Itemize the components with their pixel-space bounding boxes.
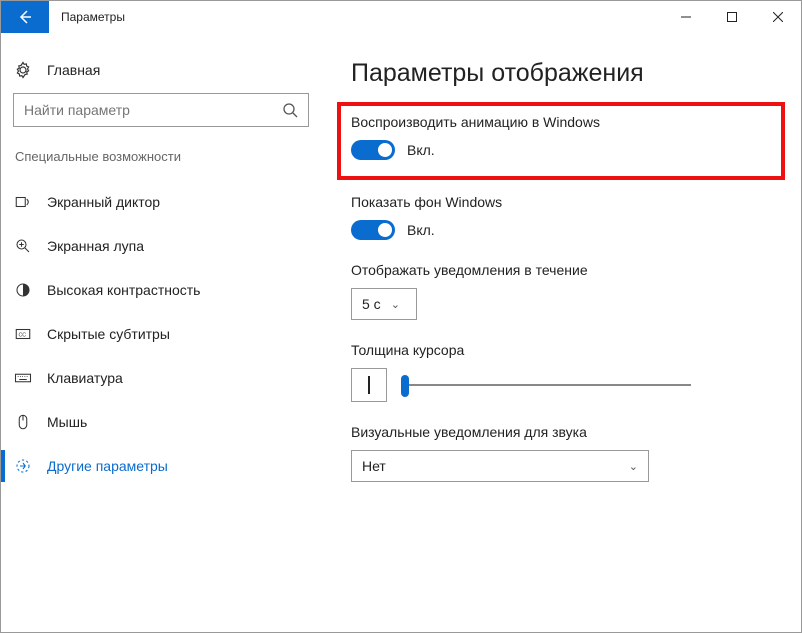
other-icon xyxy=(13,457,33,475)
sidebar-item-label: Другие параметры xyxy=(47,458,168,474)
slider-thumb[interactable] xyxy=(401,375,409,397)
cc-icon: CC xyxy=(13,325,33,343)
toggle-state: Вкл. xyxy=(407,222,435,238)
sidebar-item-label: Мышь xyxy=(47,414,87,430)
select-notify-duration[interactable]: 5 с ⌄ xyxy=(351,288,417,320)
slider-track xyxy=(401,384,691,386)
search-box[interactable] xyxy=(13,93,309,127)
keyboard-icon xyxy=(13,369,33,387)
sidebar-item-label: Высокая контрастность xyxy=(47,282,200,298)
maximize-button[interactable] xyxy=(709,1,755,33)
sidebar-item-other-options[interactable]: Другие параметры xyxy=(13,444,309,488)
sidebar-item-closed-captions[interactable]: CC Скрытые субтитры xyxy=(13,312,309,356)
sidebar-item-keyboard[interactable]: Клавиатура xyxy=(13,356,309,400)
select-visual-sound[interactable]: Нет ⌄ xyxy=(351,450,649,482)
gear-icon xyxy=(13,61,33,79)
svg-text:CC: CC xyxy=(19,332,27,338)
setting-label-animations: Воспроизводить анимацию в Windows xyxy=(351,114,771,130)
search-icon xyxy=(282,102,298,118)
mouse-icon xyxy=(13,413,33,431)
window-controls xyxy=(663,1,801,33)
setting-label-cursor-thickness: Толщина курсора xyxy=(351,342,771,358)
chevron-down-icon: ⌄ xyxy=(391,298,400,311)
setting-label-notify-duration: Отображать уведомления в течение xyxy=(351,262,771,278)
search-input[interactable] xyxy=(24,102,282,118)
sidebar-item-label: Клавиатура xyxy=(47,370,123,386)
sidebar-item-label: Экранный диктор xyxy=(47,194,160,210)
select-value: 5 с xyxy=(362,296,381,312)
toggle-show-background[interactable] xyxy=(351,220,395,240)
minimize-button[interactable] xyxy=(663,1,709,33)
titlebar: Параметры xyxy=(1,1,801,33)
contrast-icon xyxy=(13,281,33,299)
sidebar-item-high-contrast[interactable]: Высокая контрастность xyxy=(13,268,309,312)
magnifier-icon xyxy=(13,237,33,255)
page-title: Параметры отображения xyxy=(351,59,771,88)
sidebar-item-magnifier[interactable]: Экранная лупа xyxy=(13,224,309,268)
window-title: Параметры xyxy=(49,1,663,33)
section-label: Специальные возможности xyxy=(13,149,309,164)
narrator-icon xyxy=(13,193,33,211)
sidebar-item-narrator[interactable]: Экранный диктор xyxy=(13,180,309,224)
home-link[interactable]: Главная xyxy=(13,53,309,93)
setting-label-background: Показать фон Windows xyxy=(351,194,771,210)
back-button[interactable] xyxy=(1,1,49,33)
highlight-annotation: Воспроизводить анимацию в Windows Вкл. xyxy=(337,102,785,180)
main-panel: Параметры отображения Воспроизводить ани… xyxy=(321,33,801,632)
home-label: Главная xyxy=(47,62,100,78)
sidebar-item-label: Экранная лупа xyxy=(47,238,144,254)
chevron-down-icon: ⌄ xyxy=(629,460,638,473)
sidebar-item-mouse[interactable]: Мышь xyxy=(13,400,309,444)
toggle-state: Вкл. xyxy=(407,142,435,158)
cursor-thickness-slider[interactable] xyxy=(401,371,691,399)
close-button[interactable] xyxy=(755,1,801,33)
sidebar-item-label: Скрытые субтитры xyxy=(47,326,170,342)
setting-label-visual-sound: Визуальные уведомления для звука xyxy=(351,424,771,440)
select-value: Нет xyxy=(362,458,386,474)
sidebar: Главная Специальные возможности Экранный… xyxy=(1,33,321,632)
cursor-preview xyxy=(351,368,387,402)
toggle-play-animations[interactable] xyxy=(351,140,395,160)
